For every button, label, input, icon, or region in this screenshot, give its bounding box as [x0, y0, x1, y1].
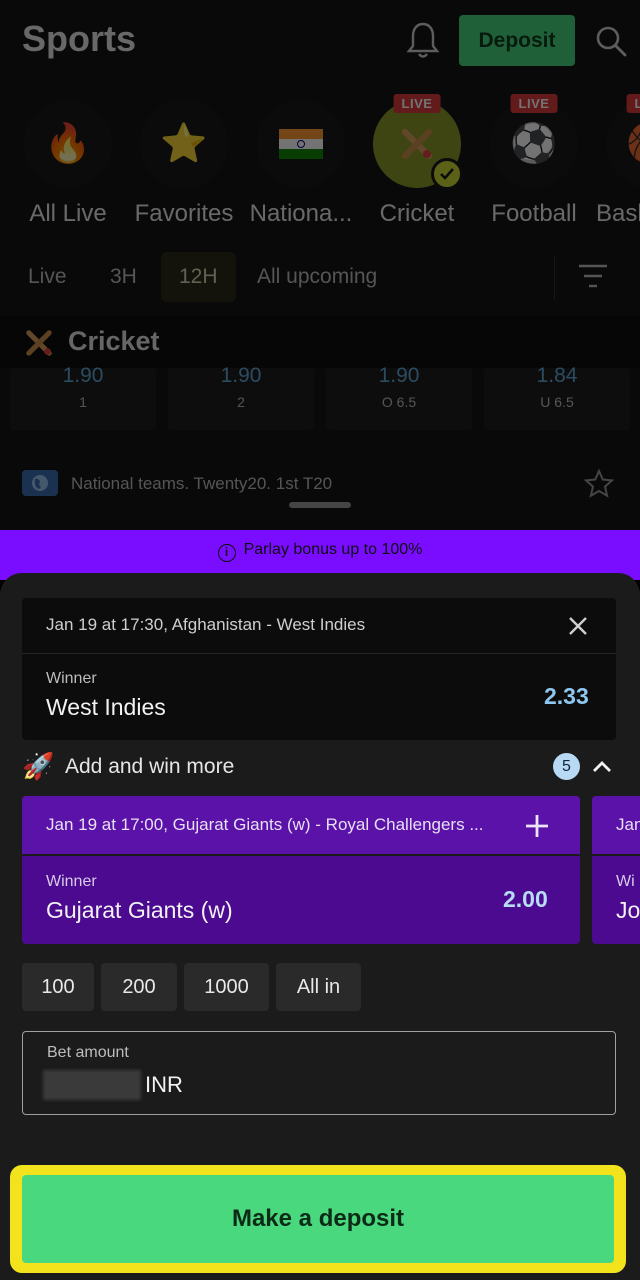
- parlay-text: i Parlay bonus up to 100%: [0, 541, 640, 562]
- suggested-event: Jan 19 at 17:00, Gujarat Giants (w) - Ro…: [46, 815, 484, 834]
- odds-value: 1.84: [536, 364, 578, 387]
- sport-label: All Live: [29, 200, 107, 227]
- odds-label: U 6.5: [540, 394, 574, 410]
- background-page: Sports Deposit 🔥 All Live ⭐ Favorites Na…: [0, 0, 640, 530]
- globe-icon: [22, 470, 58, 496]
- football-icon: LIVE ⚽: [490, 94, 578, 188]
- close-icon[interactable]: [564, 612, 592, 640]
- top-bar: Sports Deposit: [0, 0, 640, 84]
- sport-item-basketball[interactable]: LIVE 🏀 Bask: [590, 94, 640, 228]
- suggested-bet-header: Jan 19 at 17:00, Gujarat Giants (w) - Ro…: [22, 796, 580, 856]
- sport-categories: 🔥 All Live ⭐ Favorites Nationa... LIVE C…: [0, 92, 640, 242]
- sport-label: Nationa...: [249, 200, 353, 227]
- add-win-label: Add and win more: [65, 755, 235, 778]
- peek-market: Wi: [616, 873, 635, 890]
- divider: [554, 256, 555, 300]
- live-badge: LIVE: [626, 94, 640, 113]
- bet-amount-label: Bet amount: [47, 1044, 129, 1061]
- basketball-icon: LIVE 🏀: [606, 94, 640, 188]
- fire-icon: 🔥: [24, 100, 112, 188]
- chevron-up-icon[interactable]: [591, 758, 613, 774]
- rocket-icon: 🚀: [22, 751, 55, 781]
- odds-value: 1.90: [378, 364, 420, 387]
- live-badge: LIVE: [393, 94, 441, 113]
- quick-amount-200[interactable]: 200: [101, 963, 177, 1011]
- bet-market: Winner: [46, 670, 97, 687]
- bet-event: Jan 19 at 17:30, Afghanistan - West Indi…: [46, 615, 366, 634]
- suggested-market: Winner: [46, 873, 97, 890]
- star-icon: ⭐: [140, 100, 228, 188]
- sport-item-all-live[interactable]: 🔥 All Live: [8, 100, 128, 228]
- currency-label: INR: [145, 1072, 183, 1097]
- section-title: Cricket: [68, 326, 160, 356]
- bet-slip-sheet: Jan 19 at 17:30, Afghanistan - West Indi…: [0, 573, 640, 1280]
- odds-label: 1: [79, 394, 87, 410]
- highlight-frame: Make a deposit: [10, 1165, 626, 1273]
- filter-all-upcoming[interactable]: All upcoming: [257, 252, 377, 302]
- peek-event: Jan: [616, 815, 640, 834]
- bet-card-header: Jan 19 at 17:30, Afghanistan - West Indi…: [22, 598, 616, 654]
- suggested-pick: Gujarat Giants (w): [46, 897, 233, 923]
- india-flag-icon: [257, 100, 345, 188]
- selected-check-icon: [431, 158, 463, 190]
- sport-label: Football: [491, 200, 577, 227]
- sport-label: Favorites: [134, 200, 234, 227]
- info-icon: i: [217, 544, 236, 562]
- odds-button[interactable]: 1.90 O 6.5: [326, 364, 472, 430]
- search-icon[interactable]: [594, 24, 628, 58]
- quick-amount-all-in[interactable]: All in: [276, 963, 361, 1011]
- filter-3h[interactable]: 3H: [110, 252, 137, 302]
- deposit-button[interactable]: Deposit: [459, 15, 575, 66]
- sport-label: Bask: [596, 200, 640, 227]
- odds-row: 1.90 1 1.90 2 1.90 O 6.5 1.84 U 6.5: [0, 364, 640, 432]
- time-filters: Live 3H 12H All upcoming: [0, 252, 640, 304]
- league-name: National teams. Twenty20. 1st T20: [71, 474, 333, 493]
- filter-icon[interactable]: [578, 262, 608, 290]
- filter-12h[interactable]: 12H: [161, 252, 236, 302]
- sheet-grab-handle[interactable]: [289, 502, 351, 508]
- favorite-star-icon[interactable]: [583, 468, 615, 500]
- cricket-icon: LIVE: [373, 94, 463, 190]
- make-deposit-button[interactable]: Make a deposit: [22, 1175, 614, 1263]
- page-title: Sports: [22, 18, 137, 59]
- odds-label: O 6.5: [381, 394, 417, 410]
- plus-icon[interactable]: [523, 812, 551, 840]
- sport-item-football[interactable]: LIVE ⚽ Football: [474, 94, 594, 228]
- bell-icon[interactable]: [406, 20, 440, 60]
- sport-item-national[interactable]: Nationa...: [241, 100, 361, 228]
- filter-live[interactable]: Live: [28, 252, 67, 302]
- odds-value: 1.90: [62, 364, 104, 387]
- quick-amount-1000[interactable]: 1000: [184, 963, 269, 1011]
- odds-value: 1.90: [220, 364, 262, 387]
- odds-button[interactable]: 1.84 U 6.5: [484, 364, 630, 430]
- bet-amount-field[interactable]: Bet amount INR: [22, 1031, 616, 1115]
- bet-odds: 2.33: [544, 683, 589, 709]
- suggested-bet-card[interactable]: Jan 19 at 17:00, Gujarat Giants (w) - Ro…: [22, 796, 580, 944]
- sport-item-favorites[interactable]: ⭐ Favorites: [124, 100, 244, 228]
- add-and-win-row[interactable]: 🚀 Add and win more 5: [0, 745, 640, 789]
- quick-amount-100[interactable]: 100: [22, 963, 94, 1011]
- odds-button[interactable]: 1.90 2: [168, 364, 314, 430]
- redacted-amount: [43, 1070, 141, 1100]
- bet-pick: West Indies: [46, 694, 166, 720]
- count-badge: 5: [553, 753, 580, 780]
- parlay-label: Parlay bonus up to 100%: [243, 541, 423, 558]
- live-badge: LIVE: [510, 94, 558, 113]
- odds-button[interactable]: 1.90 1: [10, 364, 156, 430]
- section-header: Cricket: [0, 316, 640, 368]
- suggested-odds: 2.00: [503, 886, 548, 912]
- cricket-icon: [22, 326, 56, 367]
- sport-label: Cricket: [379, 200, 455, 227]
- sport-item-cricket[interactable]: LIVE Cricket: [357, 94, 477, 228]
- odds-label: 2: [237, 394, 245, 410]
- next-suggested-bet-card[interactable]: Jan Wi Jo: [592, 796, 640, 944]
- peek-pick: Jo: [616, 897, 640, 923]
- bet-card: Jan 19 at 17:30, Afghanistan - West Indi…: [22, 598, 616, 740]
